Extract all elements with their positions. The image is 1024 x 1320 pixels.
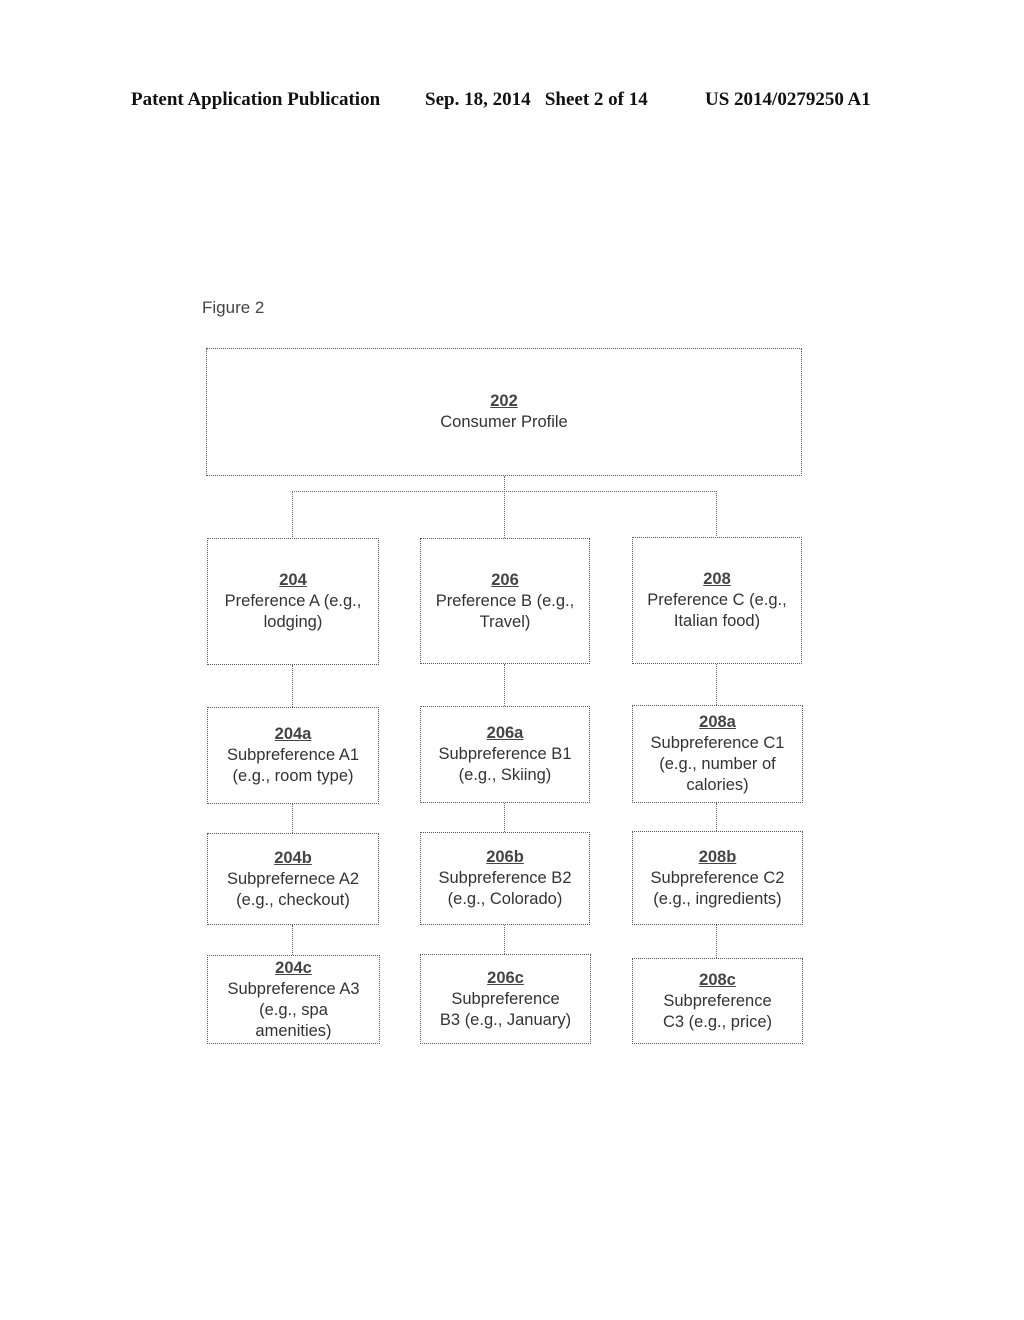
connector bbox=[292, 804, 293, 833]
subpreference-c2-box: 208b Subpreference C2 (e.g., ingredients… bbox=[632, 831, 803, 925]
publication-label: Patent Application Publication bbox=[131, 89, 381, 110]
patent-number: US 2014/0279250 A1 bbox=[705, 89, 871, 110]
box-ref: 208a bbox=[699, 713, 736, 731]
box-ref: 206a bbox=[486, 724, 524, 742]
connector bbox=[292, 665, 293, 707]
box-text: Subpreference C3 (e.g., price) bbox=[662, 991, 773, 1031]
box-ref: 206b bbox=[486, 848, 524, 866]
consumer-profile-box: 202 Consumer Profile bbox=[206, 348, 802, 476]
connector bbox=[716, 925, 717, 958]
connector-c bbox=[716, 491, 717, 538]
box-text: Preference B (e.g., Travel) bbox=[435, 591, 575, 631]
subpreference-b1-box: 206a Subpreference B1 (e.g., Skiing) bbox=[420, 706, 590, 803]
date-sheet-label: Sep. 18, 2014 Sheet 2 of 14 bbox=[425, 89, 648, 110]
box-text: Subpreference A1 (e.g., room type) bbox=[226, 746, 360, 785]
connector bbox=[292, 925, 293, 955]
box-ref: 202 bbox=[490, 392, 518, 410]
box-text: Subpreference C1 (e.g., number of calori… bbox=[650, 734, 785, 794]
figure-label: Figure 2 bbox=[202, 298, 265, 317]
connector bbox=[716, 664, 717, 705]
box-ref: 204b bbox=[274, 848, 312, 867]
page-header: Patent Application Publication Sep. 18, … bbox=[0, 89, 1024, 113]
box-ref: 204 bbox=[279, 571, 307, 589]
box-ref: 206 bbox=[491, 570, 519, 589]
subpreference-c1-box: 208a Subpreference C1 (e.g., number of c… bbox=[632, 705, 803, 803]
box-text: Subpreference C2 (e.g., ingredients) bbox=[650, 868, 785, 908]
preference-c-box: 208 Preference C (e.g., Italian food) bbox=[632, 537, 802, 664]
connector bbox=[504, 803, 505, 832]
box-ref: 204a bbox=[274, 725, 312, 743]
subpreference-a2-box: 204b Subprefernece A2 (e.g., checkout) bbox=[207, 833, 379, 925]
box-text: Preference A (e.g., lodging) bbox=[224, 592, 362, 631]
preference-b-box: 206 Preference B (e.g., Travel) bbox=[420, 538, 590, 664]
connector bbox=[716, 803, 717, 831]
box-ref: 208c bbox=[699, 970, 736, 989]
preference-a-box: 204 Preference A (e.g., lodging) bbox=[207, 538, 379, 665]
box-ref: 206c bbox=[487, 968, 524, 987]
subpreference-a1-box: 204a Subpreference A1 (e.g., room type) bbox=[207, 707, 379, 804]
box-ref: 208b bbox=[698, 847, 737, 866]
subpreference-c3-box: 208c Subpreference C3 (e.g., price) bbox=[632, 958, 803, 1044]
connector-branch bbox=[292, 491, 717, 492]
subpreference-b2-box: 206b Subpreference B2 (e.g., Colorado) bbox=[420, 832, 590, 925]
subpreference-b3-box: 206c Subpreference B3 (e.g., January) bbox=[420, 954, 591, 1044]
box-text: Consumer Profile bbox=[440, 413, 568, 431]
box-text: Subpreference A3 (e.g., spa amenities) bbox=[227, 979, 360, 1040]
subpreference-a3-box: 204c Subpreference A3 (e.g., spa ameniti… bbox=[207, 955, 380, 1044]
connector-a bbox=[292, 491, 293, 539]
connector-root bbox=[504, 476, 505, 538]
box-text: Subpreference B3 (e.g., January) bbox=[439, 989, 572, 1029]
connector bbox=[504, 664, 505, 706]
box-text: Subpreference B1 (e.g., Skiing) bbox=[438, 745, 572, 784]
box-text: Subpreference B2 (e.g., Colorado) bbox=[438, 869, 572, 908]
box-ref: 208 bbox=[703, 570, 731, 588]
box-text: Subprefernece A2 (e.g., checkout) bbox=[226, 869, 360, 909]
box-ref: 204c bbox=[275, 958, 312, 977]
box-text: Preference C (e.g., Italian food) bbox=[647, 591, 787, 630]
connector bbox=[504, 925, 505, 954]
